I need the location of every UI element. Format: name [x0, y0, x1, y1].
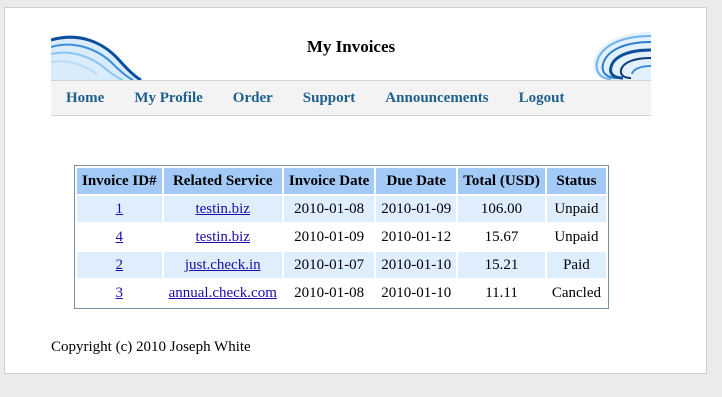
invoice-id-link[interactable]: 2: [116, 257, 124, 273]
status-cell: Unpaid: [546, 224, 606, 250]
service-cell: testin.biz: [163, 196, 282, 222]
invoice-id-cell: 3: [77, 280, 162, 306]
nav-my-profile-link[interactable]: My Profile: [134, 90, 202, 107]
swirl-decoration-right-icon: [593, 32, 651, 80]
table-row: 3 annual.check.com 2010-01-08 2010-01-10…: [77, 280, 606, 306]
status-cell: Paid: [546, 252, 606, 278]
total-cell: 106.00: [458, 196, 545, 222]
invoice-id-cell: 4: [77, 224, 162, 250]
table-row: 4 testin.biz 2010-01-09 2010-01-12 15.67…: [77, 224, 606, 250]
nav-home-link[interactable]: Home: [66, 90, 104, 107]
service-link[interactable]: annual.check.com: [169, 285, 277, 301]
nav-support-link[interactable]: Support: [303, 90, 356, 107]
service-cell: just.check.in: [163, 252, 282, 278]
invoice-id-cell: 1: [77, 196, 162, 222]
invoice-date-cell: 2010-01-09: [283, 224, 375, 250]
service-cell: annual.check.com: [163, 280, 282, 306]
invoices-table: Invoice ID# Related Service Invoice Date…: [74, 165, 609, 309]
column-header-invoice-date: Invoice Date: [283, 168, 375, 194]
due-date-cell: 2010-01-10: [376, 280, 457, 306]
footer-copyright: Copyright (c) 2010 Joseph White: [51, 339, 251, 355]
invoice-id-link[interactable]: 3: [116, 285, 124, 301]
total-cell: 15.21: [458, 252, 545, 278]
due-date-cell: 2010-01-12: [376, 224, 457, 250]
service-link[interactable]: testin.biz: [195, 229, 250, 245]
status-cell: Unpaid: [546, 196, 606, 222]
column-header-total: Total (USD): [458, 168, 545, 194]
invoice-id-link[interactable]: 4: [116, 229, 124, 245]
column-header-due-date: Due Date: [376, 168, 457, 194]
invoice-date-cell: 2010-01-08: [283, 280, 375, 306]
table-header-row: Invoice ID# Related Service Invoice Date…: [77, 168, 606, 194]
column-header-invoice-id: Invoice ID#: [77, 168, 162, 194]
nav-announcements-link[interactable]: Announcements: [385, 90, 488, 107]
due-date-cell: 2010-01-10: [376, 252, 457, 278]
table-row: 2 just.check.in 2010-01-07 2010-01-10 15…: [77, 252, 606, 278]
invoice-date-cell: 2010-01-08: [283, 196, 375, 222]
total-cell: 11.11: [458, 280, 545, 306]
main-navigation: Home My Profile Order Support Announceme…: [51, 80, 651, 116]
nav-order-link[interactable]: Order: [233, 90, 273, 107]
table-row: 1 testin.biz 2010-01-08 2010-01-09 106.0…: [77, 196, 606, 222]
invoice-date-cell: 2010-01-07: [283, 252, 375, 278]
service-cell: testin.biz: [163, 224, 282, 250]
column-header-status: Status: [546, 168, 606, 194]
nav-logout-link[interactable]: Logout: [519, 90, 565, 107]
service-link[interactable]: testin.biz: [195, 201, 250, 217]
due-date-cell: 2010-01-09: [376, 196, 457, 222]
service-link[interactable]: just.check.in: [185, 257, 261, 273]
status-cell: Cancled: [546, 280, 606, 306]
total-cell: 15.67: [458, 224, 545, 250]
column-header-related-service: Related Service: [163, 168, 282, 194]
page-header: My Invoices: [51, 32, 651, 80]
invoice-id-link[interactable]: 1: [116, 201, 124, 217]
page-title: My Invoices: [306, 37, 396, 56]
invoice-id-cell: 2: [77, 252, 162, 278]
